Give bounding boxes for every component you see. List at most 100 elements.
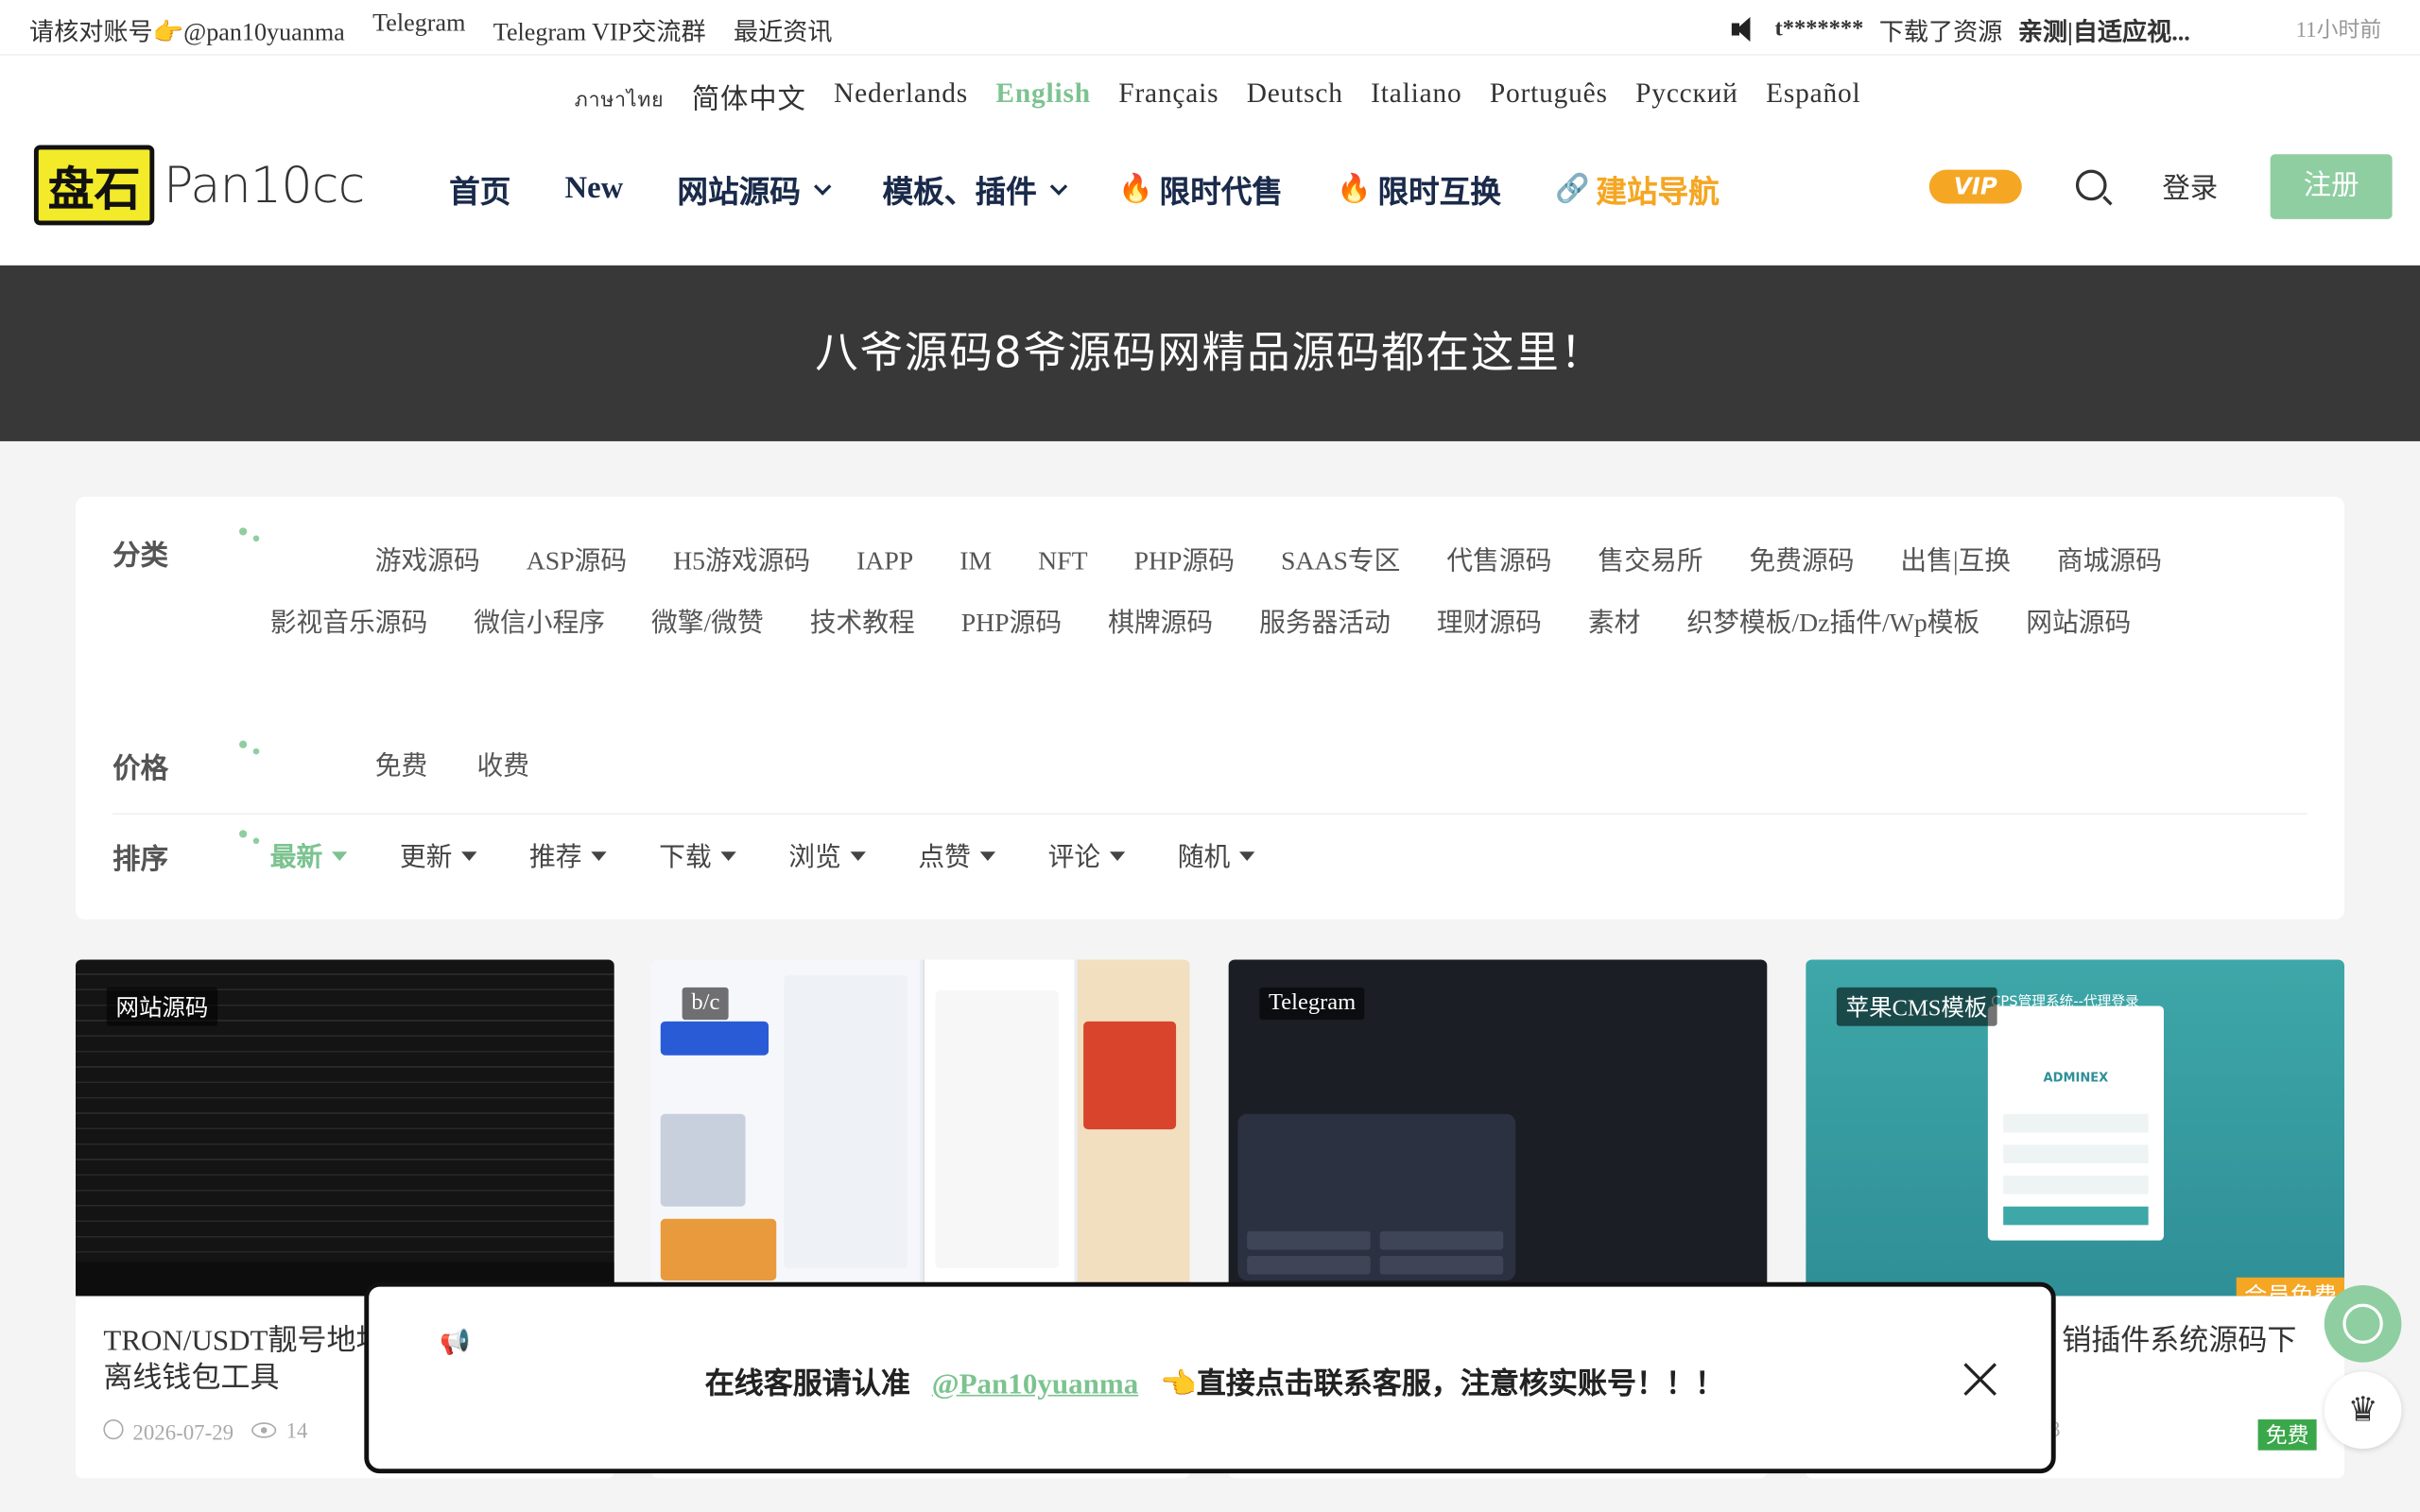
lang-thai[interactable]: ภาษาไทย — [575, 77, 665, 133]
card-thumbnail[interactable]: b/c — [650, 959, 1190, 1297]
category-item[interactable]: NFT — [1038, 531, 1087, 593]
sort-item-label: 推荐 — [528, 842, 582, 874]
category-item[interactable]: 商城源码 — [2057, 531, 2162, 593]
flame-icon: 🔥 — [1337, 172, 1372, 206]
category-item[interactable]: 代售源码 — [1446, 531, 1551, 593]
link-icon: 🔗 — [1555, 172, 1590, 206]
nav-new[interactable]: New — [565, 166, 624, 211]
category-item[interactable]: SAAS专区 — [1281, 531, 1400, 593]
logo-mark: 盘石 — [33, 145, 155, 226]
sort-item[interactable]: 下载 — [659, 834, 736, 873]
register-button[interactable]: 注册 — [2270, 154, 2393, 219]
card-tag[interactable]: b/c — [682, 987, 730, 1021]
card-thumbnail[interactable]: CPS管理系统--代理登录 ADMINEX 苹果CMS模板 会员免费 — [1806, 959, 2344, 1297]
flame-icon: 🔥 — [1118, 172, 1153, 206]
caret-down-icon — [591, 850, 607, 861]
notice-resource[interactable]: 亲测|自适应视... — [2018, 10, 2190, 47]
sort-item[interactable]: 最新 — [270, 834, 348, 873]
category-item[interactable]: H5游戏源码 — [673, 531, 810, 593]
price-paid[interactable]: 收费 — [476, 744, 529, 782]
divider — [112, 813, 2308, 816]
sort-item-label: 随机 — [1177, 842, 1231, 874]
nav-home[interactable]: 首页 — [449, 166, 510, 211]
category-item[interactable]: 出售|互换 — [1900, 531, 2011, 593]
lang-fr[interactable]: Français — [1118, 77, 1219, 133]
category-item[interactable]: 影视音乐源码 — [270, 593, 428, 654]
lang-de[interactable]: Deutsch — [1247, 77, 1343, 133]
main-nav: 首页 New 网站源码 模板、插件 🔥 限时代售 🔥 限时互换 🔗 建站导航 — [449, 166, 1720, 211]
card-thumbnail[interactable]: Telegram — [1228, 959, 1768, 1297]
caret-down-icon — [850, 850, 866, 861]
sort-item[interactable]: 浏览 — [788, 834, 866, 873]
speaker-icon — [1729, 15, 1760, 43]
popup-message: 在线客服请认准 @Pan10yuanma 👈直接点击联系客服，注意核实账号！！！ — [369, 1361, 2060, 1402]
sort-item[interactable]: 随机 — [1178, 834, 1255, 873]
login-button[interactable]: 登录 — [2162, 166, 2218, 206]
caret-down-icon — [979, 850, 996, 861]
card-tag[interactable]: 网站源码 — [106, 987, 218, 1026]
card-tag[interactable]: 苹果CMS模板 — [1836, 987, 1997, 1026]
top-link-telegram[interactable]: Telegram — [372, 10, 465, 47]
category-item[interactable]: 游戏源码 — [375, 531, 480, 593]
lang-ru[interactable]: Русский — [1635, 77, 1738, 133]
download-notice[interactable]: t******* 下载了资源 亲测|自适应视... — [1729, 10, 2254, 47]
card-thumbnail[interactable]: 网站源码 — [75, 959, 614, 1297]
nav-limited-swap[interactable]: 🔥 限时互换 — [1337, 166, 1501, 211]
card-tag[interactable]: Telegram — [1259, 987, 1365, 1021]
category-item[interactable]: 微信小程序 — [474, 593, 605, 654]
site-logo[interactable]: 盘石 Pan10cc — [33, 145, 365, 226]
chevron-down-icon — [813, 177, 832, 195]
category-item[interactable]: 服务器活动 — [1259, 593, 1391, 654]
top-link-news[interactable]: 最近资讯 — [734, 10, 833, 47]
sort-item-label: 评论 — [1047, 842, 1101, 874]
category-item[interactable]: 技术教程 — [810, 593, 915, 654]
dots-icon — [239, 830, 264, 849]
lang-es[interactable]: Español — [1766, 77, 1860, 133]
category-item[interactable]: 棋牌源码 — [1108, 593, 1213, 654]
lang-it[interactable]: Italiano — [1371, 77, 1461, 133]
chat-float-button[interactable] — [2324, 1284, 2402, 1363]
category-item[interactable]: ASP源码 — [527, 531, 627, 593]
category-label: 分类 — [112, 540, 168, 573]
hero-banner: 八爷源码8爷源码网精品源码都在这里！ — [0, 265, 2420, 441]
nav-templates[interactable]: 模板、插件 — [882, 166, 1067, 211]
nav-limited-sale[interactable]: 🔥 限时代售 — [1118, 166, 1283, 211]
lang-nl[interactable]: Nederlands — [834, 77, 968, 133]
price-list: 免费 收费 — [375, 744, 529, 782]
top-links: 请核对账号👉@pan10yuanma Telegram Telegram VIP… — [29, 10, 832, 47]
category-item[interactable]: 网站源码 — [2026, 593, 2131, 654]
notice-time: 11小时前 — [2295, 20, 2382, 43]
lang-pt[interactable]: Português — [1490, 77, 1608, 133]
sort-item-label: 最新 — [269, 842, 323, 874]
search-icon[interactable] — [2075, 169, 2107, 201]
sort-item[interactable]: 评论 — [1048, 834, 1126, 873]
vip-button[interactable]: VIP — [1928, 169, 2022, 204]
nav-source[interactable]: 网站源码 — [677, 166, 832, 211]
sort-item-label: 浏览 — [788, 842, 841, 874]
category-item[interactable]: PHP源码 — [961, 593, 1062, 654]
popup-text-after: 👈直接点击联系客服，注意核实账号！！！ — [1160, 1366, 1725, 1401]
card-title[interactable]: 销插件系统源码下 — [2062, 1324, 2340, 1361]
category-item[interactable]: IAPP — [856, 531, 913, 593]
close-icon[interactable] — [1962, 1361, 1998, 1398]
category-item[interactable]: 织梦模板/Dz插件/Wp模板 — [1686, 593, 1979, 654]
category-item[interactable]: 微擎/微赞 — [651, 593, 764, 654]
sort-item[interactable]: 点赞 — [918, 834, 996, 873]
category-item[interactable]: 售交易所 — [1598, 531, 1703, 593]
category-item[interactable]: 理财源码 — [1437, 593, 1542, 654]
category-item[interactable]: PHP源码 — [1134, 531, 1235, 593]
nav-home-label: 首页 — [449, 172, 511, 211]
category-item[interactable]: 免费源码 — [1749, 531, 1854, 593]
sort-item[interactable]: 更新 — [400, 834, 477, 873]
category-item[interactable]: 素材 — [1588, 593, 1641, 654]
top-link-telegram-vip[interactable]: Telegram VIP交流群 — [493, 10, 706, 47]
category-item[interactable]: IM — [959, 531, 992, 593]
top-link-account[interactable]: 请核对账号👉@pan10yuanma — [29, 10, 345, 47]
lang-en[interactable]: English — [995, 77, 1090, 133]
nav-site-guide[interactable]: 🔗 建站导航 — [1555, 166, 1720, 211]
price-free[interactable]: 免费 — [375, 744, 428, 782]
sort-item[interactable]: 推荐 — [529, 834, 607, 873]
popup-handle-link[interactable]: @Pan10yuanma — [932, 1368, 1138, 1400]
lang-zh[interactable]: 简体中文 — [692, 77, 806, 133]
crown-icon[interactable]: ♛ — [2324, 1371, 2402, 1450]
